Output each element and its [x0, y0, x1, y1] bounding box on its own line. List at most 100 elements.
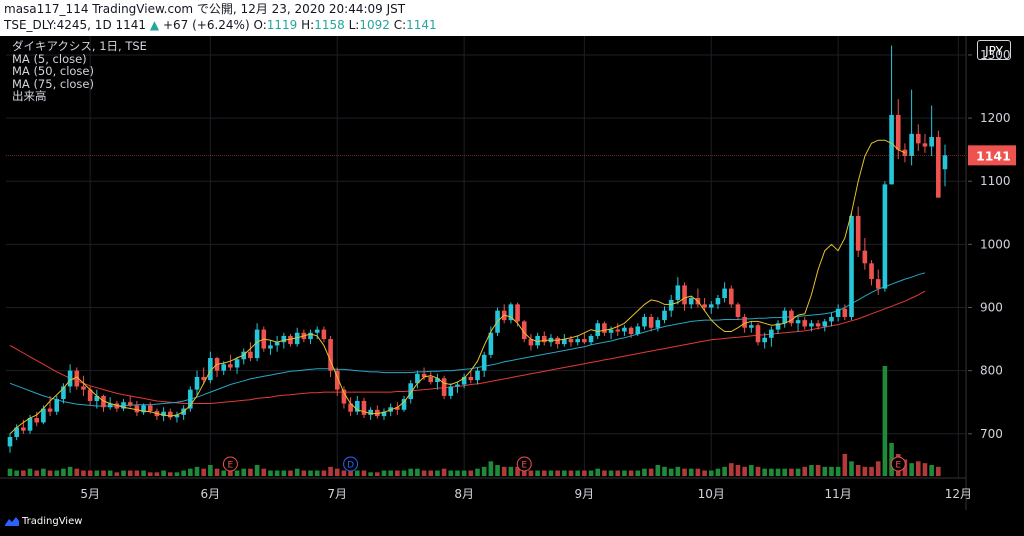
x-month-label: 10月	[698, 487, 725, 501]
candle-body	[662, 310, 667, 321]
volume-bar	[915, 461, 921, 476]
candle-body	[642, 316, 647, 327]
volume-bar	[41, 468, 46, 476]
volume-bar	[528, 470, 534, 476]
volume-bar	[388, 470, 393, 476]
volume-bar	[101, 470, 106, 476]
volume-bar	[234, 470, 240, 476]
event-marker-label: E	[228, 461, 234, 471]
candle-body	[655, 320, 661, 328]
candle-body	[829, 316, 834, 322]
candle-body	[648, 316, 654, 328]
volume-bar	[662, 466, 667, 476]
symbol-quote: TSE_DLY:4245, 1D 1141 ▲ +67 (+6.24%) O:1…	[4, 18, 437, 33]
candle-body	[628, 327, 634, 335]
volume-bar	[74, 468, 80, 476]
volume-bar	[789, 468, 794, 476]
volume-bar	[642, 468, 647, 476]
candle-body	[588, 335, 594, 343]
candle-body	[615, 329, 621, 332]
volume-bar	[281, 470, 287, 476]
volume-bar	[582, 470, 587, 476]
candle-body	[21, 427, 26, 431]
volume-bar	[869, 466, 874, 476]
y-tick-label: 700	[980, 427, 1003, 441]
candle-body	[682, 285, 687, 305]
volume-bar	[762, 468, 767, 476]
volume-bar	[495, 465, 500, 476]
legend-symbol: ダイキアクシス, 1日, TSE	[12, 39, 147, 53]
volume-bar	[648, 468, 654, 476]
price-change: +67 (+6.24%)	[162, 18, 250, 32]
legend-ma50: MA (50, close)	[12, 64, 94, 78]
candle-body	[455, 384, 460, 387]
volume-bar	[428, 470, 434, 476]
volume-bar	[87, 470, 93, 476]
candle-body	[194, 376, 200, 390]
candle-body	[582, 339, 587, 343]
candle-body	[134, 405, 140, 413]
x-month-label: 7月	[327, 487, 347, 501]
volume-bar	[34, 470, 40, 476]
candle-body	[47, 408, 53, 412]
last-price-label: 1141	[976, 148, 1011, 163]
volume-bar	[628, 470, 634, 476]
volume-bar	[294, 468, 300, 476]
volume-bar	[254, 465, 260, 476]
candle-body	[448, 386, 454, 396]
volume-bar	[14, 470, 19, 476]
volume-bar	[775, 468, 781, 476]
volume-bar	[341, 470, 347, 476]
high-label: H:	[301, 18, 315, 32]
volume-bar	[909, 463, 914, 476]
volume-bar	[728, 463, 734, 476]
volume-bar	[468, 470, 474, 476]
volume-bar	[655, 465, 661, 476]
volume-bar	[368, 472, 373, 476]
candle	[882, 181, 888, 292]
volume-bar	[702, 470, 707, 476]
open-value: 1119	[266, 18, 298, 32]
candle-body	[855, 215, 861, 251]
candle-body	[314, 329, 320, 333]
volume-bar	[301, 470, 307, 476]
candle-body	[515, 304, 520, 322]
volume-bar	[47, 470, 53, 476]
volume-bar	[328, 466, 333, 476]
candle-body	[281, 335, 287, 343]
volume-bar	[608, 470, 614, 476]
candle-body	[488, 332, 494, 355]
volume-bar	[622, 470, 627, 476]
volume-bar	[849, 461, 854, 476]
chart-legend: ダイキアクシス, 1日, TSE MA (5, close) MA (50, c…	[12, 40, 147, 103]
volume-bar	[261, 468, 267, 476]
volume-bar	[595, 468, 601, 476]
x-month-label: 8月	[454, 487, 474, 501]
volume-bar	[288, 470, 293, 476]
volume-bar	[749, 465, 754, 476]
currency-button[interactable]: JPY	[977, 40, 1011, 60]
volume-bar	[809, 465, 814, 476]
candle-body	[902, 149, 908, 156]
volume-bar	[441, 468, 447, 476]
candle-body	[608, 329, 614, 333]
candle-body	[922, 143, 928, 147]
volume-bar	[121, 470, 126, 476]
candle-body	[595, 323, 601, 336]
legend-volume: 出来高	[12, 89, 47, 103]
volume-bar	[755, 466, 761, 476]
volume-bar	[769, 468, 774, 476]
volume-bar	[461, 470, 467, 476]
volume-bar	[488, 461, 494, 476]
volume-bar	[668, 468, 674, 476]
candle-body	[221, 364, 227, 371]
volume-bar	[421, 470, 427, 476]
symbol-label: TSE_DLY:4245, 1D	[4, 18, 112, 32]
volume-bar	[936, 466, 941, 476]
candle-body	[468, 376, 474, 381]
volume-bar	[835, 466, 841, 476]
volume-bar	[408, 468, 414, 476]
volume-bar	[188, 468, 193, 476]
price-chart[interactable]: 700800900100011001200130011415月 6月 7月 8月 9月 1…	[0, 36, 1024, 510]
volume-bar	[141, 470, 146, 476]
